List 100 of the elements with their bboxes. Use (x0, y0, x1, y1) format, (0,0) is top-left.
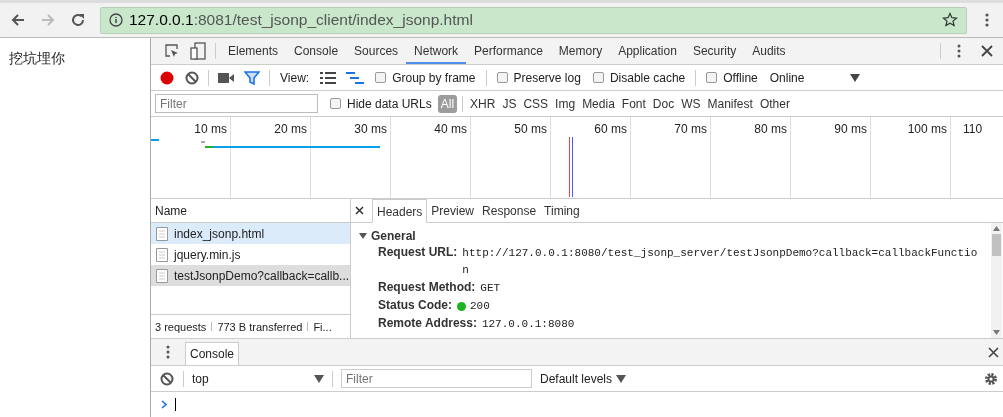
timeline-tick-label: 110 (963, 122, 983, 136)
devtools-tab[interactable]: Audits (744, 38, 794, 64)
timeline-tick-label: 20 ms (274, 122, 307, 136)
resource-type-filter[interactable]: Doc (649, 94, 678, 113)
timeline-tick-label: 60 ms (594, 122, 627, 136)
timeline-tick-label: 30 ms (354, 122, 387, 136)
waterfall-view-icon[interactable] (346, 71, 365, 84)
scroll-up-icon[interactable] (993, 226, 1000, 231)
context-select[interactable]: top (188, 371, 310, 386)
more-options-icon[interactable] (166, 345, 170, 359)
resource-type-filter[interactable]: Media (579, 94, 618, 113)
close-icon[interactable] (988, 346, 999, 358)
devtools-tab[interactable]: Elements (220, 38, 287, 64)
url-text: 127.0.0.1:8081/test_jsonp_client/index_jsonp.html (129, 11, 473, 29)
checkbox[interactable] (706, 72, 718, 83)
devtools-tab[interactable]: Sources (346, 38, 407, 64)
close-icon[interactable] (355, 206, 364, 215)
document-icon (156, 226, 168, 241)
request-row[interactable]: index_jsonp.html (151, 223, 350, 244)
details-tab[interactable]: Headers (372, 199, 428, 223)
settings-icon[interactable] (984, 371, 998, 386)
header-value: 200 (470, 299, 491, 314)
header-name: Remote Address: (378, 315, 477, 332)
checkbox-label[interactable]: Group by frame (392, 70, 476, 85)
resource-type-filter[interactable]: XHR (467, 94, 499, 113)
checkbox[interactable] (330, 98, 341, 109)
resource-type-filter[interactable]: WS (678, 94, 704, 113)
dropdown-arrow-icon[interactable] (314, 374, 324, 383)
details-tab[interactable]: Timing (540, 199, 584, 222)
document-icon (156, 268, 168, 283)
scroll-down-icon[interactable] (993, 330, 1000, 335)
checkbox[interactable] (375, 72, 387, 83)
checkbox-label[interactable]: Preserve log (513, 70, 581, 85)
details-tab[interactable]: Response (478, 199, 541, 222)
resource-type-filter[interactable]: JS (499, 94, 520, 113)
header-name: Status Code: (378, 297, 452, 314)
timeline-tick-label: 50 ms (514, 122, 547, 136)
checkbox-label[interactable]: Offline (723, 70, 758, 85)
close-icon[interactable] (981, 45, 993, 57)
scrollbar-thumb[interactable] (992, 234, 1001, 256)
document-icon (156, 247, 168, 262)
header-name: Request Method: (378, 279, 476, 296)
throttling-select[interactable]: Online (769, 70, 805, 85)
timeline-tick-label: 100 ms (907, 122, 947, 136)
more-options-icon[interactable] (957, 43, 961, 59)
log-levels-select[interactable]: Default levels (540, 371, 613, 386)
checkbox[interactable] (496, 72, 508, 83)
video-camera-icon[interactable] (218, 71, 234, 84)
console-filter-field[interactable]: Filter (341, 369, 532, 388)
checkbox-label[interactable]: Hide data URLs (347, 96, 432, 111)
back-icon[interactable] (10, 12, 26, 28)
record-icon[interactable] (159, 69, 175, 86)
devtools-tab[interactable]: Security (684, 38, 745, 64)
timeline-tick-label: 90 ms (834, 122, 867, 136)
drawer-tab[interactable]: Console (185, 342, 240, 365)
page-text: 挖坑埋你 (9, 50, 65, 68)
resource-type-filter[interactable]: Other (756, 94, 793, 113)
filter-field[interactable]: Filter (155, 94, 318, 113)
devtools-tab[interactable]: Application (610, 38, 685, 64)
section-header[interactable]: General (359, 227, 983, 244)
clear-icon[interactable] (185, 70, 199, 85)
resource-type-filter[interactable]: Manifest (704, 94, 756, 113)
view-label: View: (280, 70, 310, 85)
resource-type-filter[interactable]: Img (552, 94, 579, 113)
header-name: Request URL: (378, 244, 458, 261)
dropdown-arrow-icon[interactable] (616, 374, 627, 383)
scrollbar[interactable] (991, 223, 1002, 338)
timeline-tick-label: 70 ms (674, 122, 707, 136)
text-cursor (175, 398, 176, 411)
header-value: http://127.0.0.1:8080/test_jsonp_server/testJsonpDemo?callback=callbackFunction (462, 246, 979, 278)
timeline-tick-label: 40 ms (434, 122, 467, 136)
address-bar[interactable]: 127.0.0.1:8081/test_jsonp_client/index_jsonp.html (100, 6, 967, 34)
request-row[interactable]: jquery.min.js (151, 244, 350, 265)
devtools-tab[interactable]: Network (406, 38, 467, 64)
load-event-markers (569, 137, 573, 197)
header-value: GET (480, 281, 502, 296)
timeline-tick-label: 10 ms (194, 122, 227, 136)
devtools-tab[interactable]: Memory (550, 38, 611, 64)
details-tab[interactable]: Preview (427, 199, 479, 222)
menu-icon[interactable] (985, 12, 989, 28)
header-value: 127.0.0.1:8080 (481, 317, 576, 332)
inspect-icon[interactable] (164, 43, 180, 59)
star-icon[interactable] (942, 12, 958, 28)
checkbox-label[interactable]: Disable cache (609, 70, 686, 85)
devtools-tab[interactable]: Performance (466, 38, 551, 64)
summary-text: Fi... (313, 320, 332, 333)
request-row[interactable]: testJsonpDemo?callback=callb... (151, 265, 350, 286)
reload-icon[interactable] (70, 12, 86, 28)
info-icon[interactable] (109, 13, 123, 27)
device-icon[interactable] (190, 42, 206, 60)
summary-text: 773 B transferred (217, 320, 303, 333)
timeline-tick-label: 80 ms (754, 122, 787, 136)
resource-type-filter[interactable]: CSS (520, 94, 552, 113)
resource-type-filter[interactable]: Font (618, 94, 649, 113)
list-view-icon[interactable] (320, 71, 337, 84)
filter-icon[interactable] (244, 69, 260, 86)
devtools-tab[interactable]: Console (286, 38, 347, 64)
checkbox[interactable] (592, 72, 604, 83)
clear-console-icon[interactable] (160, 371, 174, 386)
dropdown-arrow-icon[interactable] (850, 73, 861, 82)
